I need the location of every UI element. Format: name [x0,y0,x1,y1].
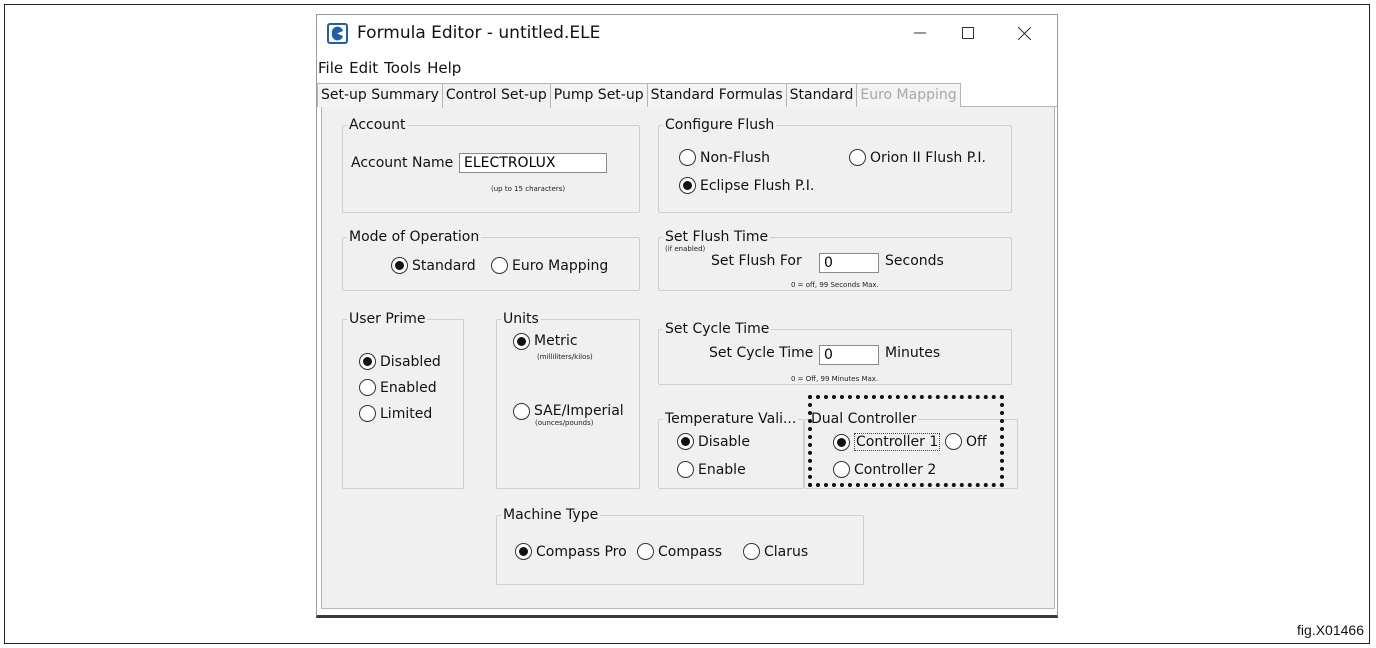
radio-label: Disable [698,433,750,450]
account-name-input[interactable] [459,153,607,173]
menu-file[interactable]: File [317,57,347,79]
dual-controller-highlight [808,395,1004,487]
radio-label: Eclipse Flush P.I. [700,177,815,194]
user-prime-legend: User Prime [349,311,426,327]
radio-indicator [637,543,654,560]
radio-label: Non-Flush [700,149,770,166]
metric-subtitle: (milliliters/kilos) [537,353,593,361]
cycle-time-hint: 0 = Off, 99 Minutes Max. [791,375,879,383]
radio-indicator [513,333,530,350]
radio-indicator [515,543,532,560]
tab-standard-formulas[interactable]: Standard Formulas [646,83,787,107]
radio-indicator [677,461,694,478]
menu-help[interactable]: Help [425,57,465,79]
radio-indicator [677,433,694,450]
flush-time-legend: Set Flush Time [665,229,769,245]
radio-indicator [359,353,376,370]
radio-temp-enable[interactable]: Enable [677,461,746,478]
radio-compass[interactable]: Compass [637,543,722,560]
set-cycle-time-label: Set Cycle Time [709,345,814,361]
close-icon[interactable] [1001,17,1047,49]
radio-label: Orion II Flush P.I. [870,149,986,166]
app-icon [327,23,348,44]
radio-indicator [849,149,866,166]
radio-label: Clarus [764,543,809,560]
user-prime-group: User Prime Disabled Enabled Limited [342,311,464,489]
radio-indicator [391,257,408,274]
radio-prime-enabled[interactable]: Enabled [359,379,437,396]
control-setup-panel: Account Account Name (up to 15 character… [321,107,1055,609]
menu-bar: File Edit Tools Help [317,57,465,79]
radio-indicator [359,379,376,396]
radio-indicator [491,257,508,274]
set-flush-time-group: Set Flush Time (if enabled) Set Flush Fo… [658,229,1012,291]
radio-indicator [743,543,760,560]
account-name-hint: (up to 15 characters) [491,185,566,193]
radio-euro-mapping-mode[interactable]: Euro Mapping [491,257,608,274]
radio-label: Compass [658,543,723,560]
flush-time-note: (if enabled) [665,245,706,253]
radio-standard-mode[interactable]: Standard [391,257,476,274]
cycle-minutes-unit: Minutes [885,345,941,361]
radio-label: Disabled [380,353,441,370]
maximize-icon[interactable] [945,17,991,49]
radio-indicator [679,177,696,194]
radio-indicator [679,149,696,166]
flush-seconds-unit: Seconds [885,253,944,269]
radio-label: Standard [412,257,476,274]
radio-temp-disable[interactable]: Disable [677,433,750,450]
menu-edit[interactable]: Edit [347,57,382,79]
radio-units-sae[interactable]: SAE/Imperial [513,403,624,420]
account-group: Account Account Name (up to 15 character… [342,117,640,213]
mode-of-operation-group: Mode of Operation Standard Euro Mapping [342,229,640,291]
temperature-validation-group: Temperature Vali... Disable Enable [658,411,804,489]
sae-subtitle: (ounces/pounds) [535,419,594,427]
radio-clarus[interactable]: Clarus [743,543,808,560]
formula-editor-window: Formula Editor - untitled.ELE File Edit … [316,14,1058,618]
radio-label: Euro Mapping [512,257,609,274]
set-cycle-time-group: Set Cycle Time Set Cycle Time Minutes 0 … [658,321,1012,385]
flush-seconds-input[interactable] [819,253,879,273]
cycle-minutes-input[interactable] [819,345,879,365]
units-legend: Units [503,311,539,327]
configure-flush-legend: Configure Flush [665,117,775,133]
radio-label: Limited [380,405,433,422]
window-title: Formula Editor - untitled.ELE [357,23,601,43]
tab-euro-mapping: Euro Mapping [856,83,961,107]
radio-label: SAE/Imperial [534,403,624,419]
menu-tools[interactable]: Tools [382,57,425,79]
title-bar: Formula Editor - untitled.ELE [317,15,1057,57]
radio-units-metric[interactable]: Metric [513,333,578,350]
account-name-label: Account Name [351,155,454,171]
set-flush-for-label: Set Flush For [711,253,802,269]
tab-standard[interactable]: Standard [785,83,858,107]
machine-type-legend: Machine Type [503,507,599,523]
tab-pump-setup[interactable]: Pump Set-up [549,83,648,107]
radio-indicator [359,405,376,422]
flush-time-hint: 0 = off, 99 Seconds Max. [791,281,879,289]
radio-label: Enable [698,461,746,478]
cycle-time-legend: Set Cycle Time [665,321,770,337]
temperature-legend: Temperature Vali... [665,411,797,427]
figure-label: fig.X01466 [1297,622,1364,638]
units-group: Units Metric (milliliters/kilos) SAE/Imp… [496,311,640,489]
radio-orion-flush[interactable]: Orion II Flush P.I. [849,149,986,166]
account-legend: Account [349,117,406,133]
radio-label: Enabled [380,379,437,396]
tab-control-setup[interactable]: Control Set-up [441,83,551,108]
radio-non-flush[interactable]: Non-Flush [679,149,770,166]
radio-compass-pro[interactable]: Compass Pro [515,543,627,560]
radio-label: Compass Pro [536,543,627,560]
configure-flush-group: Configure Flush Non-Flush Orion II Flush… [658,117,1012,213]
radio-indicator [513,403,530,420]
tab-setup-summary[interactable]: Set-up Summary [317,83,443,107]
radio-prime-limited[interactable]: Limited [359,405,432,422]
tab-strip: Set-up Summary Control Set-up Pump Set-u… [317,83,1057,108]
radio-prime-disabled[interactable]: Disabled [359,353,441,370]
mode-legend: Mode of Operation [349,229,480,245]
machine-type-group: Machine Type Compass Pro Compass Clarus [496,507,864,585]
minimize-icon[interactable] [897,17,943,49]
radio-eclipse-flush[interactable]: Eclipse Flush P.I. [679,177,814,194]
radio-label: Metric [534,333,578,349]
